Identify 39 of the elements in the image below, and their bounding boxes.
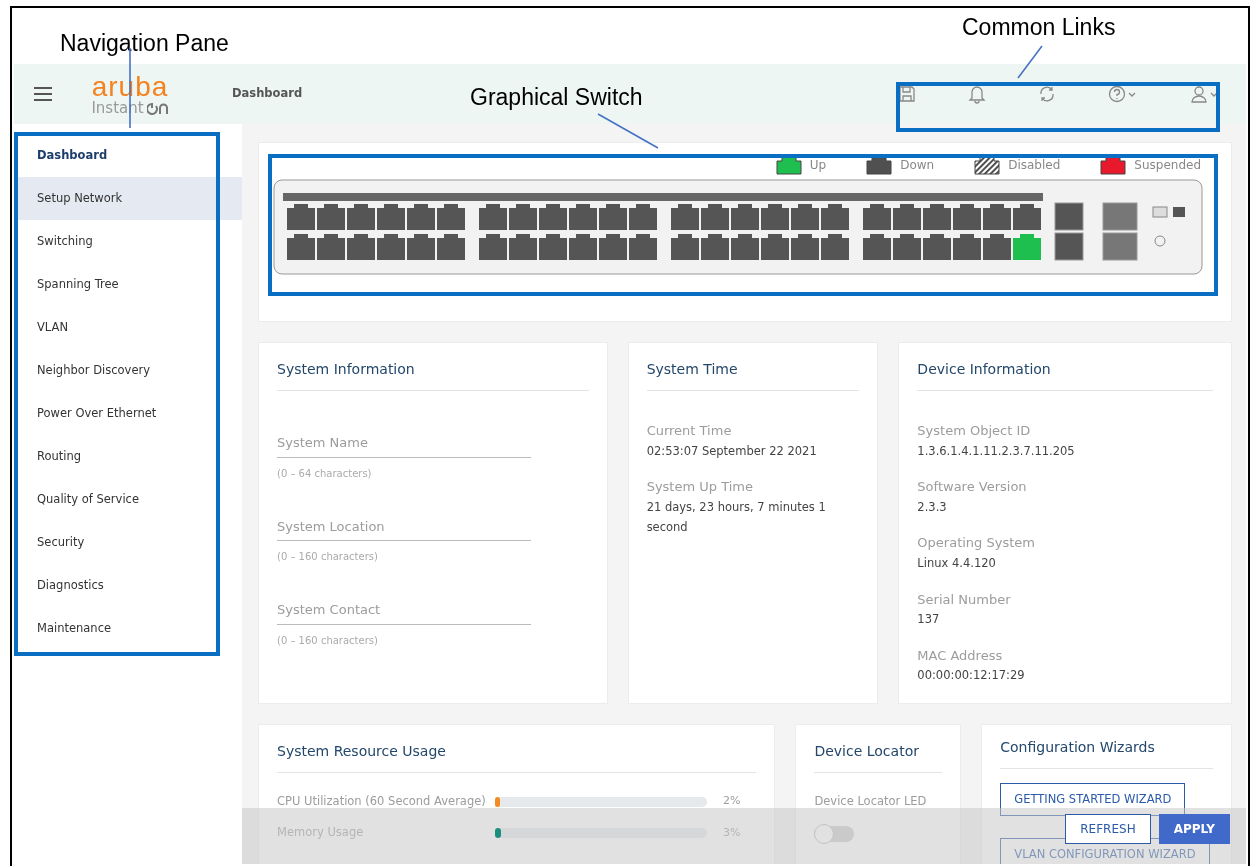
hint-text: (0 – 160 characters) xyxy=(277,550,379,564)
legend-label: Down xyxy=(900,157,935,174)
field-value: 2.3.3 xyxy=(917,498,948,516)
annotation-label: Navigation Pane xyxy=(60,29,229,58)
panel-title: System Time xyxy=(646,359,860,391)
panel-title: Configuration Wizards xyxy=(1000,737,1213,769)
field-label: MAC Address xyxy=(917,646,1004,665)
refresh-button[interactable]: REFRESH xyxy=(1065,814,1151,844)
field-label: System Object ID xyxy=(917,422,1032,440)
legend-label: Disabled xyxy=(1008,157,1061,174)
field-value: 137 xyxy=(917,611,941,629)
field-label: System Up Time xyxy=(646,478,754,497)
field-label: Operating System xyxy=(917,534,1036,553)
panel-title: Device Locator xyxy=(814,741,943,773)
panel-title: Device Information xyxy=(917,359,1213,391)
panel-title: System Information xyxy=(277,359,589,391)
field-value: Linux 4.4.120 xyxy=(917,554,997,572)
legend-label: Suspended xyxy=(1134,157,1201,174)
wizard-button[interactable]: GETTING STARTED WIZARD xyxy=(1000,783,1186,817)
hint-text: (0 – 64 characters) xyxy=(277,466,373,481)
annotation-label: Common Links xyxy=(962,13,1116,42)
field-label: Current Time xyxy=(646,422,733,440)
field-label: Serial Number xyxy=(917,590,1012,609)
field-value: 1.3.6.1.4.1.11.2.3.7.11.205 xyxy=(917,442,1076,460)
field-value: 02:53:07 September 22 2021 xyxy=(646,442,818,460)
field-value: 21 days, 23 hours, 7 minutes 1 second xyxy=(646,498,827,537)
toggle-label: Device Locator LED xyxy=(814,793,928,810)
power-icon xyxy=(146,101,169,115)
apply-button[interactable]: APPLY xyxy=(1158,814,1230,844)
field-label: Software Version xyxy=(917,478,1028,497)
annotation-label: Graphical Switch xyxy=(470,83,643,112)
legend-label: Up xyxy=(809,157,827,174)
panel-title: System Resource Usage xyxy=(277,741,757,773)
meter-reading: 2% xyxy=(723,793,741,810)
toggle-switch[interactable] xyxy=(814,826,855,843)
hint-text: (0 – 160 characters) xyxy=(277,633,379,648)
page-title: Dashboard xyxy=(232,85,303,103)
field-value: 00:00:00:12:17:29 xyxy=(917,667,1026,685)
meter-label: CPU Utilization (60 Second Average) xyxy=(277,793,487,810)
